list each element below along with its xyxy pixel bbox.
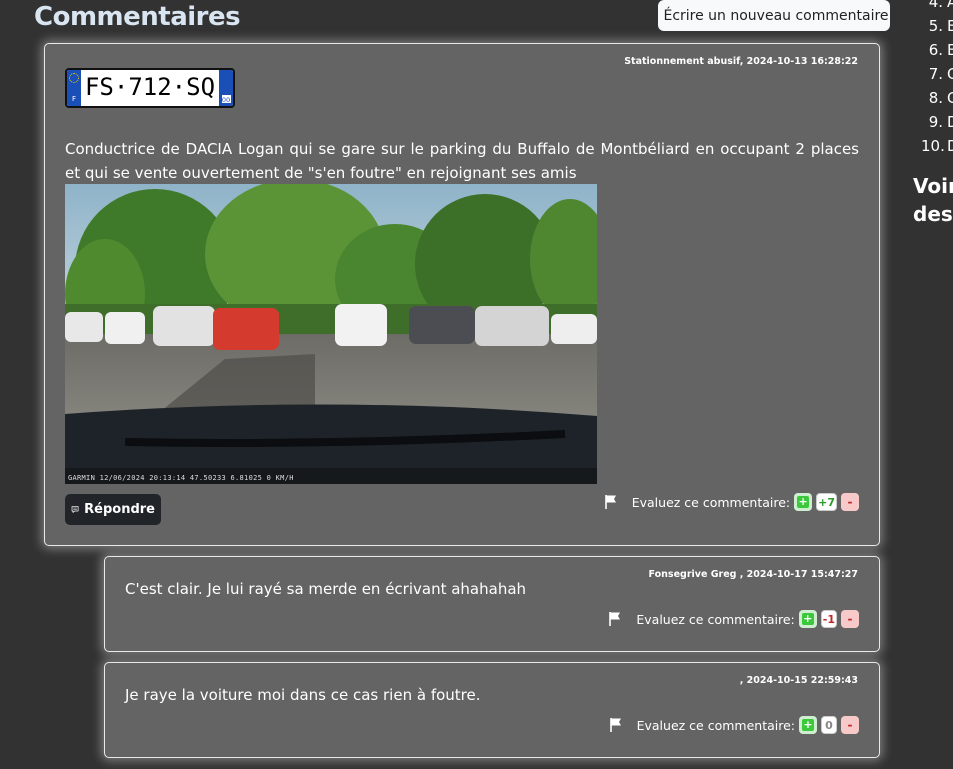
reply-card: , 2024-10-15 22:59:43 Je raye la voiture… <box>104 662 880 758</box>
list-number: 8. <box>928 89 943 107</box>
report-flag-icon[interactable] <box>609 717 623 733</box>
list-text: D <box>947 137 953 155</box>
page-title: Commentaires <box>34 2 241 32</box>
list-text: D <box>947 113 953 131</box>
sidebar-list-item[interactable]: 9. D <box>921 110 953 134</box>
comment-meta: Stationnement abusif, 2024-10-13 16:28:2… <box>624 56 858 67</box>
score-badge: -1 <box>820 610 837 628</box>
list-text: G <box>947 65 953 83</box>
plate-country: F <box>71 95 77 103</box>
eu-flag-icon: F <box>67 70 81 106</box>
list-number: 9. <box>928 113 943 131</box>
reply-comment-icon <box>71 506 79 513</box>
sidebar-heading-line: des <box>913 202 953 226</box>
reply-button-label: Répondre <box>84 502 155 517</box>
list-number: 7. <box>928 65 943 83</box>
list-number: 6. <box>928 41 943 59</box>
dashcam-photo[interactable]: GARMIN 12/06/2024 20:13:14 47.50233 6.81… <box>65 184 597 484</box>
rating-label: Evaluez ce commentaire: <box>636 717 795 733</box>
downvote-button[interactable]: - <box>841 610 859 628</box>
sidebar-list-item[interactable]: 8. G <box>921 86 953 110</box>
comment-text: C'est clair. Je lui rayé sa merde en écr… <box>125 580 527 598</box>
rating-bar: Evaluez ce commentaire: + 0 - <box>609 716 859 734</box>
list-text: E <box>947 17 953 35</box>
sidebar-list-item[interactable]: 4. A <box>921 0 953 14</box>
write-new-comment-button[interactable]: Écrire un nouveau commentaire <box>658 0 890 31</box>
report-flag-icon[interactable] <box>608 611 622 627</box>
downvote-button[interactable]: - <box>841 716 859 734</box>
score-badge: 0 <box>821 716 837 734</box>
reply-button[interactable]: Répondre <box>65 494 161 525</box>
upvote-button[interactable]: + <box>794 493 813 511</box>
license-plate: F FS·712·SQ 00 <box>65 68 235 108</box>
sidebar-list-item[interactable]: 5. E <box>921 14 953 38</box>
plus-icon: + <box>802 718 814 731</box>
list-number: 4. <box>928 0 943 11</box>
comment-text: Conductrice de DACIA Logan qui se gare s… <box>65 140 859 182</box>
score-badge: +7 <box>816 493 837 511</box>
comment-card: Stationnement abusif, 2024-10-13 16:28:2… <box>44 43 880 546</box>
report-flag-icon[interactable] <box>604 494 618 510</box>
list-text: G <box>947 89 953 107</box>
downvote-button[interactable]: - <box>841 493 859 511</box>
rating-label: Evaluez ce commentaire: <box>631 494 791 510</box>
list-text: E <box>947 41 953 59</box>
plus-icon: + <box>797 495 810 508</box>
upvote-button[interactable]: + <box>798 610 817 628</box>
sidebar-heading-line: Voir <box>913 174 953 198</box>
sidebar-list-item[interactable]: 7. G <box>921 62 953 86</box>
sidebar-list-item[interactable]: 10. D <box>921 134 953 158</box>
write-new-comment-label: Écrire un nouveau commentaire <box>663 7 889 24</box>
rating-bar: Evaluez ce commentaire: + +7 - <box>604 493 859 511</box>
sidebar-list-item[interactable]: 6. E <box>921 38 953 62</box>
list-number: 5. <box>928 17 943 35</box>
plate-department: 00 <box>221 96 231 104</box>
plus-icon: + <box>801 612 814 625</box>
rating-bar: Evaluez ce commentaire: + -1 - <box>608 610 859 628</box>
reply-card: Fonsegrive Greg , 2024-10-17 15:47:27 C'… <box>104 556 880 652</box>
sidebar-ranking-list: 4. A 5. E 6. E 7. G 8. G 9. D 10. D <box>921 0 953 158</box>
rating-label: Evaluez ce commentaire: <box>636 611 795 627</box>
list-number: 10. <box>921 137 945 155</box>
photo-timestamp: GARMIN 12/06/2024 20:13:14 47.50233 6.81… <box>68 474 294 482</box>
list-text: A <box>947 0 953 11</box>
sidebar-heading: Voir des <box>913 172 953 228</box>
region-badge-icon: 00 <box>219 70 233 106</box>
upvote-button[interactable]: + <box>799 716 817 734</box>
parking-lot-image: GARMIN 12/06/2024 20:13:14 47.50233 6.81… <box>65 184 597 484</box>
comment-text: Je raye la voiture moi dans ce cas rien … <box>125 686 481 704</box>
plate-number: FS·712·SQ <box>84 73 216 101</box>
